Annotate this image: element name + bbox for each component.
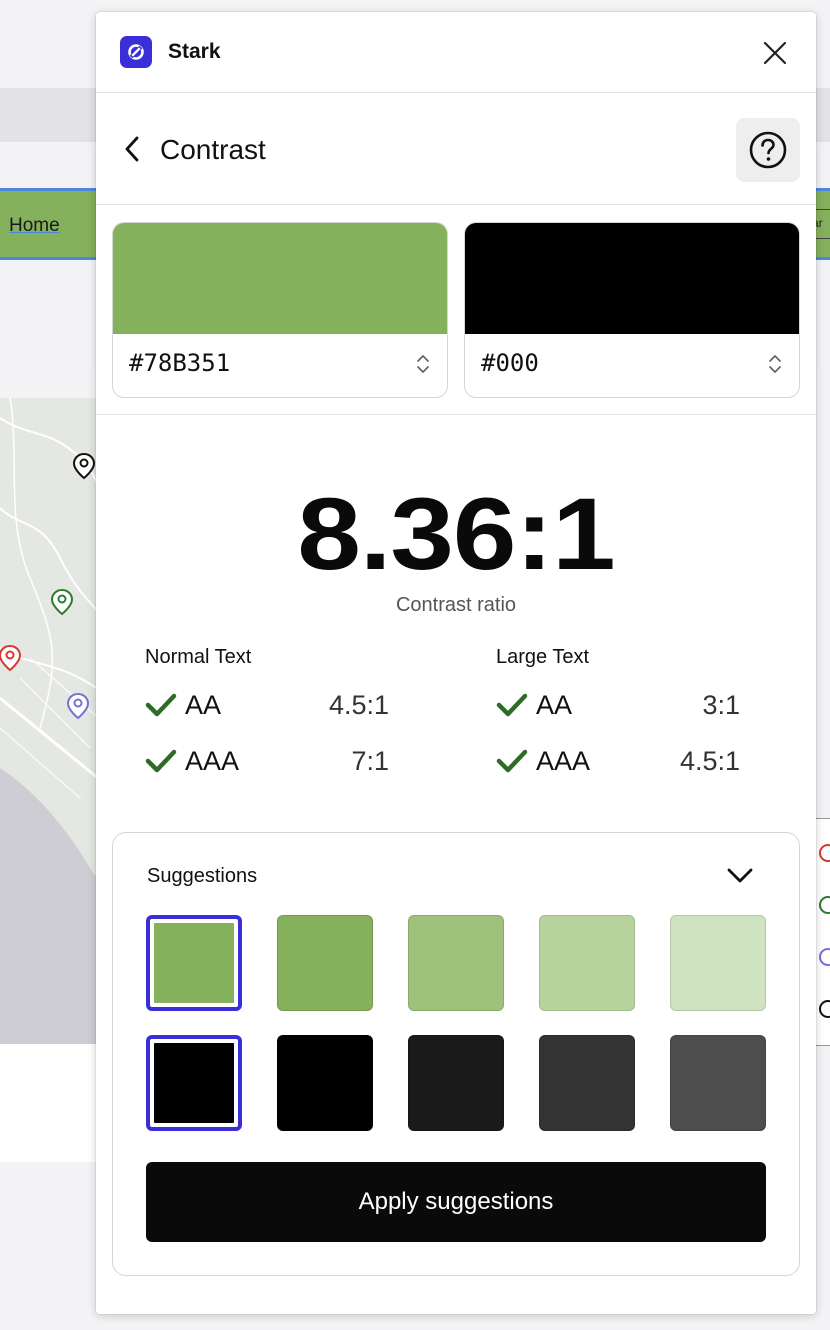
large-text-heading: Large Text (496, 646, 590, 668)
contrast-ratio-value: 8.36:1 (297, 477, 615, 591)
check-icon (145, 693, 177, 717)
foreground-suggestion-chip[interactable] (670, 915, 766, 1011)
result-row: AAA 7:1 (145, 742, 389, 782)
foreground-suggestion-chip[interactable] (408, 915, 504, 1011)
map-pin-icon (0, 644, 22, 672)
result-row: AA 3:1 (496, 686, 740, 726)
background-nav-home-link: Home (9, 215, 60, 236)
question-circle-icon (749, 131, 787, 169)
suggestions-title: Suggestions (147, 865, 258, 887)
foreground-hex-input[interactable]: #78B351 (129, 349, 230, 377)
updown-stepper-icon[interactable] (767, 351, 783, 377)
foreground-color-swatch[interactable] (113, 223, 447, 334)
normal-text-results: Normal Text AA 4.5:1 AAA 7:1 (145, 642, 405, 802)
foreground-color-card[interactable]: #78B351 (112, 222, 448, 398)
close-button[interactable] (760, 38, 790, 68)
page-title: Contrast (160, 134, 266, 165)
background-color-card[interactable]: #000 (464, 222, 800, 398)
background-suggestion-chip[interactable] (539, 1035, 635, 1131)
result-row: AAA 4.5:1 (496, 742, 740, 782)
result-level: AA (536, 690, 573, 720)
help-button[interactable] (736, 118, 800, 182)
check-icon (496, 749, 528, 773)
background-map (0, 398, 110, 1044)
result-threshold: 4.5:1 (679, 746, 740, 776)
apply-suggestions-button[interactable]: Apply suggestions (146, 1162, 766, 1242)
chip-color (154, 923, 234, 1003)
background-lower (0, 1044, 96, 1162)
suggestions-toggle[interactable] (725, 863, 755, 887)
app-name: Stark (168, 40, 221, 63)
background-suggestion-chip[interactable] (408, 1035, 504, 1131)
chevron-down-icon (727, 868, 753, 883)
background-color-swatch[interactable] (465, 223, 799, 334)
result-level: AAA (185, 746, 240, 776)
map-pin-icon (66, 692, 90, 720)
color-inputs: #78B351 #000 (96, 206, 816, 415)
page-header: Contrast (96, 94, 816, 205)
background-suggestion-chip[interactable] (277, 1035, 373, 1131)
background-suggestion-chip[interactable] (146, 1035, 242, 1131)
chevron-left-icon (125, 136, 139, 162)
title-bar: Stark (96, 12, 816, 93)
stark-panel: Stark Contrast #78B351 #000 8.36:1 Contr… (96, 12, 816, 1314)
normal-text-heading: Normal Text (145, 646, 252, 668)
map-pin-icon (72, 452, 96, 480)
map-pin-icon (819, 844, 830, 1018)
stark-logo-icon (120, 36, 152, 68)
result-level: AAA (536, 746, 591, 776)
map-roads (0, 398, 110, 1044)
result-level: AA (185, 690, 222, 720)
check-icon (145, 749, 177, 773)
result-threshold: 3:1 (702, 690, 740, 720)
foreground-suggestion-chip[interactable] (146, 915, 242, 1011)
chip-color (154, 1043, 234, 1123)
updown-stepper-icon[interactable] (415, 351, 431, 377)
result-threshold: 4.5:1 (328, 690, 389, 720)
result-threshold: 7:1 (351, 746, 389, 776)
large-text-results: Large Text AA 3:1 AAA 4.5:1 (496, 642, 756, 802)
contrast-ratio-label: Contrast ratio (395, 594, 517, 616)
foreground-suggestion-chip[interactable] (277, 915, 373, 1011)
background-suggestion-chip[interactable] (670, 1035, 766, 1131)
background-hex-input[interactable]: #000 (481, 349, 539, 377)
result-row: AA 4.5:1 (145, 686, 389, 726)
suggestions-panel: Suggestions Apply suggestions (112, 832, 800, 1276)
close-icon (763, 41, 787, 65)
foreground-suggestion-chip[interactable] (539, 915, 635, 1011)
check-icon (496, 693, 528, 717)
map-pin-icon (50, 588, 74, 616)
back-button[interactable] (120, 134, 144, 164)
wcag-results: Normal Text AA 4.5:1 AAA 7:1 Large Text (96, 642, 816, 822)
